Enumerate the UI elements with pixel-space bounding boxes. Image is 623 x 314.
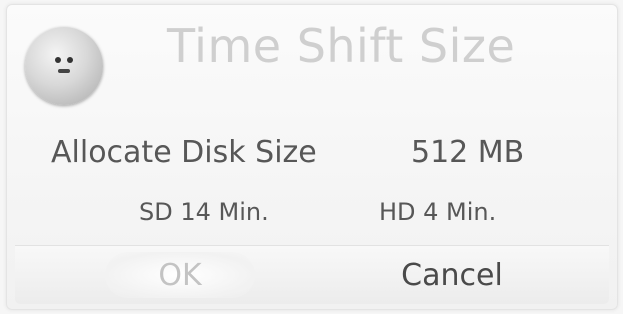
cancel-button[interactable]: Cancel (367, 252, 537, 298)
face-icon (25, 27, 103, 105)
face-eye-left (55, 57, 61, 63)
sd-duration: SD 14 Min. (139, 198, 269, 226)
face-eye-right (67, 57, 73, 63)
time-shift-dialog: Time Shift Size Allocate Disk Size 512 M… (6, 4, 618, 310)
button-bar: OK Cancel (15, 245, 609, 304)
face-mouth (58, 69, 70, 73)
allocate-disk-size-label: Allocate Disk Size (51, 135, 317, 170)
hd-duration: HD 4 Min. (379, 198, 497, 226)
dialog-header: Time Shift Size (7, 5, 617, 105)
dialog-title: Time Shift Size (167, 19, 516, 73)
allocate-disk-size-value: 512 MB (411, 135, 525, 170)
ok-button[interactable]: OK (105, 252, 255, 298)
